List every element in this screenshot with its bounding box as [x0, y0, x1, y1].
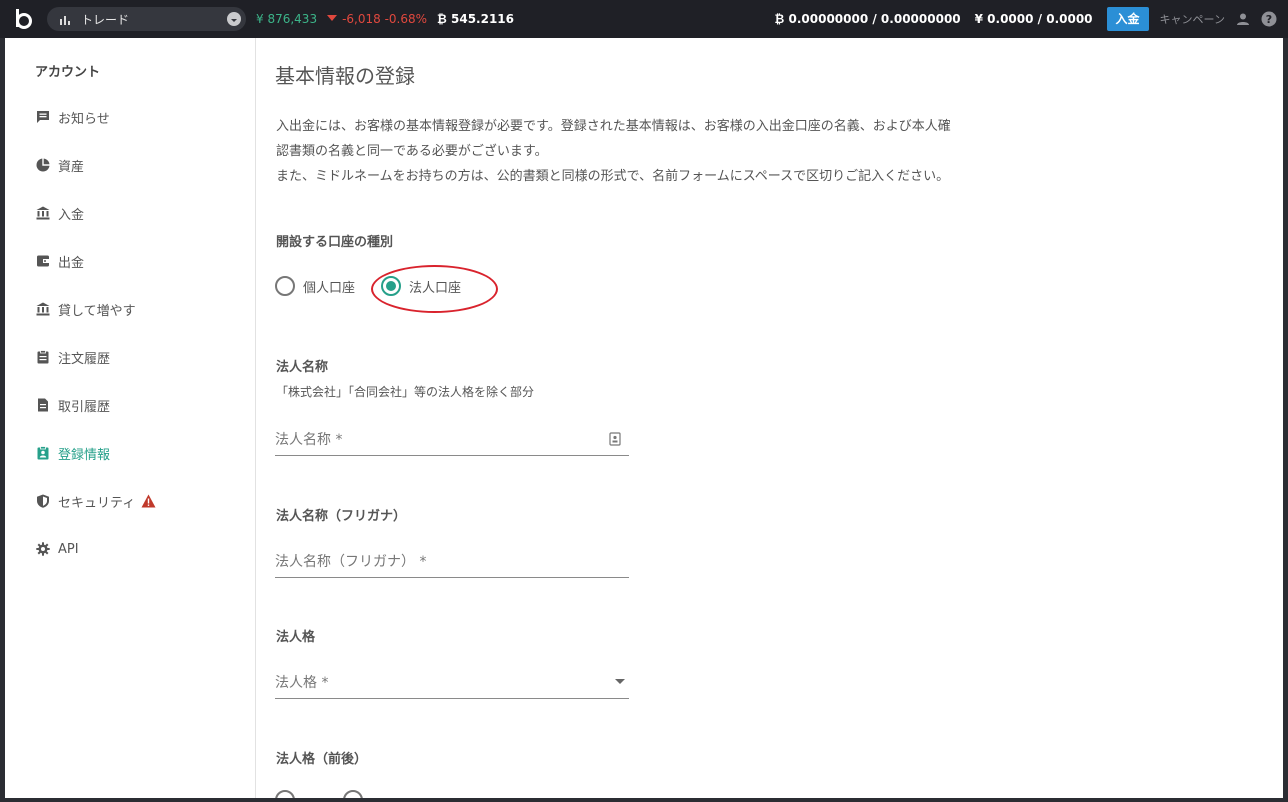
intro-line: 入出金には、お客様の基本情報登録が必要です。登録された基本情報は、お客様の入出金… [276, 119, 951, 134]
deposit-button[interactable]: 入金 [1106, 7, 1149, 31]
price-change: -6,018 -0.68% [327, 12, 427, 26]
clipboard-icon [35, 349, 51, 365]
sidebar-item-lending[interactable]: 貸して増やす [35, 297, 136, 321]
chevron-down-icon [227, 12, 241, 26]
corp-type-select[interactable]: 法人格 * [275, 665, 629, 699]
sidebar-item-label: セキュリティ [58, 495, 136, 511]
account-sidebar: アカウント お知らせ 資産 入金 出金 貸して増やす 注文履歴 取引履歴 登録情… [5, 38, 256, 798]
sidebar-item-label: お知らせ [58, 111, 110, 127]
sidebar-item-trade-history[interactable]: 取引履歴 [35, 393, 110, 417]
jpy-price: ¥ 876,433 [256, 12, 318, 26]
corp-kana-field[interactable]: 法人名称（フリガナ） * [275, 544, 629, 578]
radio-label: 法人口座 [409, 280, 462, 296]
warning-icon [141, 494, 156, 508]
sidebar-item-label: 資産 [58, 159, 85, 175]
corp-name-placeholder: 法人名称 * [275, 431, 343, 448]
corp-type-label: 法人格 [276, 630, 316, 645]
radio-circle[interactable] [275, 790, 295, 798]
page-title: 基本情報の登録 [275, 64, 415, 88]
radio-circle[interactable] [343, 790, 363, 798]
corp-name-field[interactable]: 法人名称 * [275, 422, 629, 456]
caret-down-icon [615, 679, 625, 684]
pie-chart-icon [35, 157, 51, 173]
id-card-icon [35, 445, 51, 461]
corp-type-placeholder: 法人格 * [275, 674, 329, 691]
sidebar-item-label: 取引履歴 [58, 399, 111, 415]
btc-amount: ₿ 545.2116 [437, 12, 514, 26]
bitbank-logo[interactable] [14, 8, 34, 30]
sidebar-item-security[interactable]: セキュリティ [35, 489, 156, 513]
corp-kana-label: 法人名称（フリガナ） [276, 509, 407, 524]
sidebar-item-notifications[interactable]: お知らせ [35, 105, 110, 129]
corp-position-label: 法人格（前後） [276, 752, 368, 767]
sidebar-item-label: 注文履歴 [58, 351, 111, 367]
intro-line: また、ミドルネームをお持ちの方は、公的書類と同様の形式で、名前フォームにスペース… [276, 169, 950, 184]
corp-position-radio-group [275, 790, 411, 798]
sidebar-item-withdraw[interactable]: 出金 [35, 249, 84, 273]
content-frame: アカウント お知らせ 資産 入金 出金 貸して増やす 注文履歴 取引履歴 登録情… [5, 38, 1283, 798]
sidebar-item-label: 登録情報 [58, 447, 111, 463]
sidebar-item-deposit[interactable]: 入金 [35, 201, 84, 225]
wallet-icon [35, 253, 51, 269]
top-bar: トレード ¥ 876,433 -6,018 -0.68% ₿ 545.2116 … [0, 0, 1288, 38]
user-icon[interactable] [1236, 12, 1250, 26]
jpy-balance: ¥ 0.0000 / 0.0000 [974, 12, 1093, 26]
bank-icon [35, 205, 51, 221]
corp-name-hint: 「株式会社」「合同会社」等の法人格を除く部分 [276, 385, 535, 399]
account-type-radio-group: 個人口座 法人口座 [275, 276, 479, 296]
corp-name-label: 法人名称 [276, 360, 329, 375]
intro-text: 入出金には、お客様の基本情報登録が必要です。登録された基本情報は、お客様の入出金… [276, 114, 1016, 189]
radio-corporate-account[interactable]: 法人口座 [381, 276, 461, 296]
down-arrow-icon [327, 15, 338, 21]
campaign-link[interactable]: キャンペーン [1160, 11, 1225, 27]
radio-circle[interactable] [275, 276, 295, 296]
radio-individual-account[interactable]: 個人口座 [275, 276, 355, 296]
main-content: 基本情報の登録 入出金には、お客様の基本情報登録が必要です。登録された基本情報は… [256, 38, 1283, 798]
sidebar-item-label: 貸して増やす [58, 303, 136, 319]
btc-balance: ₿ 0.00000000 / 0.00000000 [774, 12, 961, 26]
message-icon [35, 109, 51, 125]
help-icon[interactable]: ? [1261, 11, 1277, 27]
account-type-label: 開設する口座の種別 [276, 235, 394, 250]
bar-chart-icon [59, 10, 71, 29]
sidebar-item-api[interactable]: API [35, 537, 79, 561]
sidebar-item-order-history[interactable]: 注文履歴 [35, 345, 110, 369]
sidebar-item-registration[interactable]: 登録情報 [35, 441, 110, 465]
document-icon [35, 397, 51, 413]
contact-card-icon[interactable] [609, 431, 621, 446]
sidebar-item-label: 入金 [58, 207, 85, 223]
gear-icon [35, 541, 51, 557]
sidebar-item-assets[interactable]: 資産 [35, 153, 84, 177]
sidebar-title: アカウント [35, 65, 101, 80]
radio-label: 個人口座 [303, 280, 356, 296]
intro-line: 認書類の名義と同一である必要がございます。 [276, 144, 548, 159]
shield-icon [35, 493, 51, 509]
svg-text:?: ? [1266, 13, 1272, 26]
sidebar-item-label: API [58, 541, 79, 557]
corp-kana-placeholder: 法人名称（フリガナ） * [275, 553, 427, 570]
market-select-label: トレード [81, 12, 130, 27]
price-change-value: -6,018 -0.68% [342, 12, 428, 26]
market-select[interactable]: トレード [47, 7, 246, 31]
bank-icon [35, 301, 51, 317]
sidebar-item-label: 出金 [58, 255, 85, 271]
radio-circle[interactable] [381, 276, 402, 296]
